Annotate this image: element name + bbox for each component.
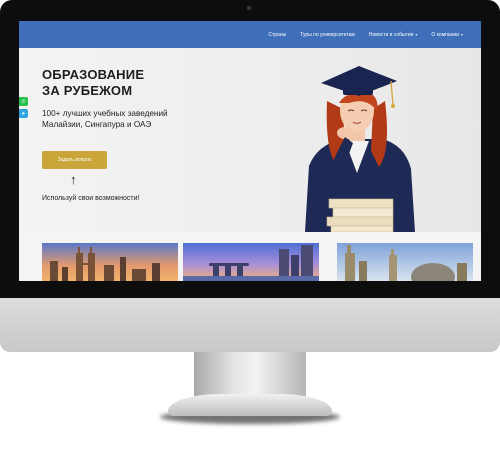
telegram-icon[interactable]: ➤ [19, 109, 28, 118]
monitor-stand-neck [194, 352, 306, 397]
hero-subtitle-line: 100+ лучших учебных заведений [42, 109, 168, 118]
dubai-image [337, 243, 473, 281]
destination-cards [19, 243, 481, 281]
monitor-stand-base [168, 394, 332, 416]
nav-item-label: О компании [431, 31, 459, 38]
hero-title: ОБРАЗОВАНИЕ ЗА РУБЕЖОМ [42, 67, 144, 99]
nav-item-university-tours[interactable]: Туры по университетам [300, 32, 355, 38]
website-screen: Страны Туры по университетам Новости и с… [19, 21, 481, 281]
graduate-student-image [305, 66, 415, 232]
nav-links: Страны Туры по университетам Новости и с… [268, 21, 463, 48]
nav-item-label: Страны [268, 31, 287, 38]
nav-item-news-events[interactable]: Новости и события ▾ [369, 32, 418, 38]
destination-card-singapore[interactable] [183, 243, 319, 281]
chevron-down-icon: ▾ [460, 32, 463, 37]
hero-subtitle-line: Малайзии, Сингапура и ОАЭ [42, 120, 152, 129]
nav-item-label: Туры по университетам [300, 31, 355, 38]
nav-item-label: Новости и события [368, 31, 414, 38]
kuala-lumpur-image [42, 243, 178, 281]
chevron-down-icon: ▾ [415, 32, 418, 37]
whatsapp-icon[interactable]: ✆ [19, 97, 28, 106]
camera-dot [247, 6, 251, 10]
nav-item-about[interactable]: О компании ▾ [431, 32, 463, 38]
hero-hint: Используй свои возможности! [42, 195, 140, 202]
monitor-chin [0, 298, 500, 352]
nav-item-countries[interactable]: Страны [268, 32, 286, 38]
top-navigation: Страны Туры по университетам Новости и с… [19, 21, 481, 48]
arrow-up-icon: ↑ [70, 172, 77, 187]
social-sidebar: ✆ ➤ [19, 97, 28, 121]
hero-title-line: ЗА РУБЕЖОМ [42, 83, 133, 98]
hero-subtitle: 100+ лучших учебных заведений Малайзии, … [42, 108, 212, 130]
destination-card-malaysia[interactable] [42, 243, 178, 281]
destination-card-uae[interactable] [337, 243, 473, 281]
hero-title-line: ОБРАЗОВАНИЕ [42, 67, 145, 82]
ask-question-button[interactable]: Задать вопрос [42, 151, 107, 169]
singapore-image [183, 243, 319, 281]
